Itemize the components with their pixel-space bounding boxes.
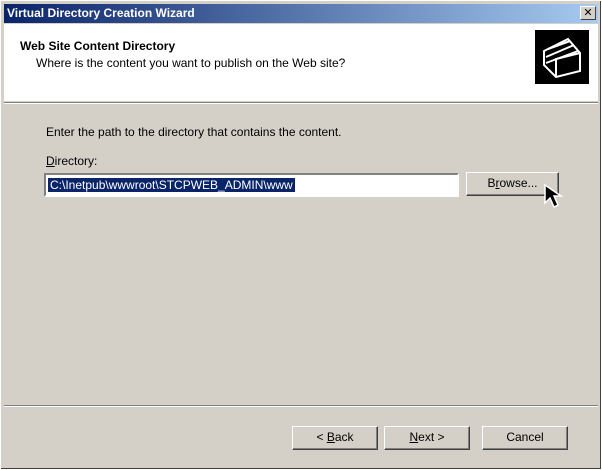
directory-input-value[interactable]: C:\Inetpub\wwwroot\STCPWEB_ADMIN\www [48,178,295,192]
wizard-header: Web Site Content Directory Where is the … [4,24,598,101]
cancel-button[interactable]: Cancel [482,426,568,450]
page-subtitle: Where is the content you want to publish… [36,56,346,70]
title-bar[interactable]: Virtual Directory Creation Wizard ✕ [4,4,598,23]
page-title: Web Site Content Directory [20,39,176,53]
close-icon[interactable]: ✕ [580,6,596,20]
folders-icon [535,30,589,84]
instruction-text: Enter the path to the directory that con… [46,125,342,139]
wizard-window: Virtual Directory Creation Wizard ✕ Web … [0,0,602,470]
directory-input[interactable]: C:\Inetpub\wwwroot\STCPWEB_ADMIN\www [44,173,459,197]
window-title: Virtual Directory Creation Wizard [7,6,195,20]
footer-divider [4,405,598,407]
mouse-cursor-icon [544,183,564,209]
back-button[interactable]: < Back [292,426,378,450]
directory-label: Directory: [46,154,98,168]
next-button[interactable]: Next > [384,426,470,450]
header-divider [4,102,598,104]
